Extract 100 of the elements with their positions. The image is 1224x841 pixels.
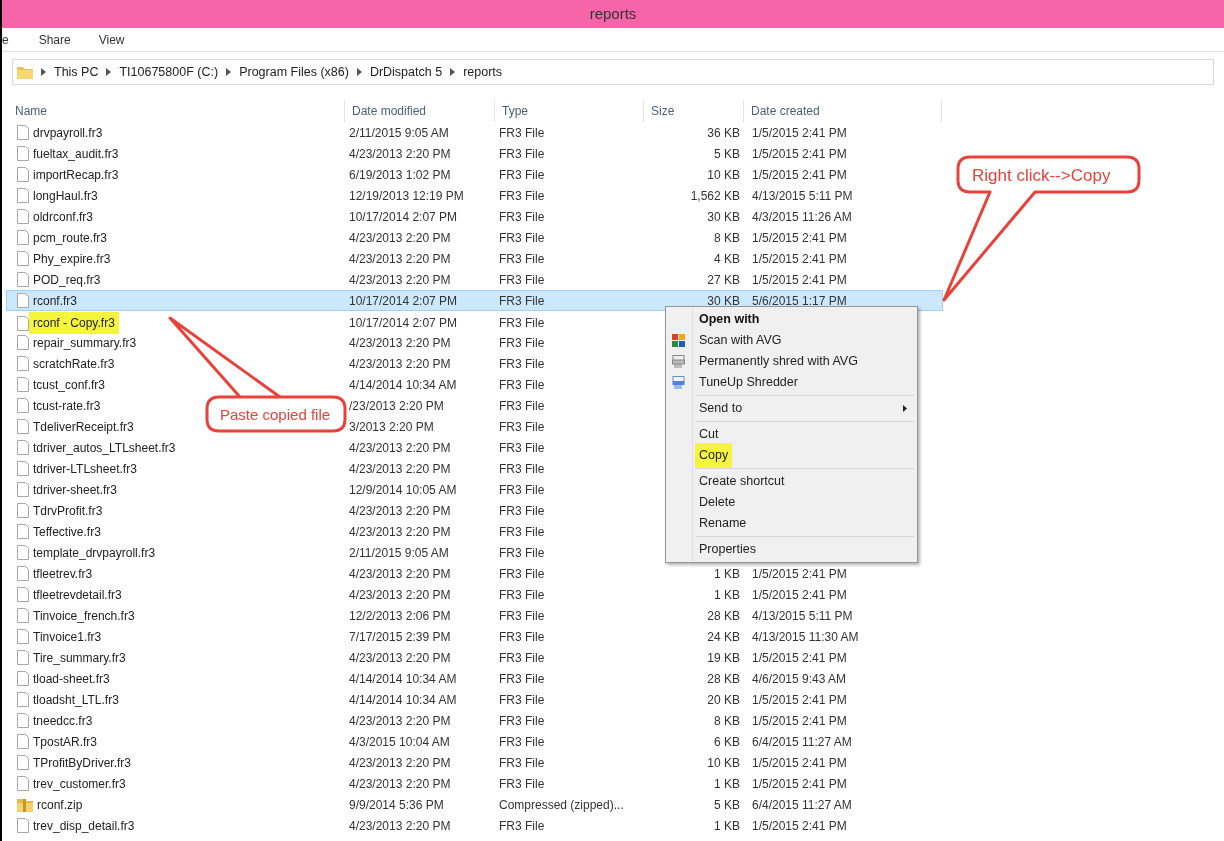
file-icon <box>17 230 29 245</box>
table-cell-text: 4/14/2014 10:34 AM <box>349 691 457 709</box>
menu-item[interactable]: Open with <box>666 309 917 330</box>
ribbon-tab[interactable]: View <box>98 30 125 49</box>
file-name[interactable]: tcust_conf.fr3 <box>33 375 106 394</box>
breadcrumb-item[interactable]: reports <box>463 62 503 82</box>
column-header[interactable]: Type <box>502 102 528 120</box>
breadcrumb-item[interactable]: DrDispatch 5 <box>369 62 443 82</box>
column-header[interactable]: Size <box>651 102 675 120</box>
file-name[interactable]: Tire_summary.fr3 <box>33 648 126 667</box>
file-name[interactable]: template_drvpayroll.fr3 <box>33 543 156 562</box>
file-name[interactable]: TdrvProfit.fr3 <box>33 501 103 520</box>
column-header[interactable]: Date modified <box>352 102 427 120</box>
file-name[interactable]: scratchRate.fr3 <box>33 354 115 373</box>
table-cell-text: 6/4/2015 11:27 AM <box>752 796 852 814</box>
file-name[interactable]: TpostAR.fr3 <box>33 732 98 751</box>
breadcrumb-item[interactable]: Program Files (x86) <box>239 62 349 82</box>
table-cell-text: 2/11/2015 9:05 AM <box>349 544 449 562</box>
table-cell-text: 4/23/2013 2:20 PM <box>349 586 451 604</box>
file-name[interactable]: TProfitByDriver.fr3 <box>33 753 131 772</box>
file-name[interactable]: POD_req.fr3 <box>33 270 101 289</box>
table-cell-text: 1/5/2015 2:41 PM <box>752 817 847 835</box>
file-name[interactable]: repair_summary.fr3 <box>33 333 137 352</box>
file-name[interactable]: tdriver_autos_LTLsheet.fr3 <box>33 438 176 457</box>
table-cell-text: 7/17/2015 2:39 PM <box>349 628 451 646</box>
menu-item[interactable]: Cut <box>666 424 917 445</box>
breadcrumb-item[interactable]: This PC <box>54 62 99 82</box>
table-cell-text: 12/9/2014 10:05 AM <box>349 481 457 499</box>
file-name[interactable]: tfleetrevdetail.fr3 <box>33 585 122 604</box>
file-name[interactable]: importRecap.fr3 <box>33 165 119 184</box>
ribbon-tab[interactable]: e <box>2 30 9 49</box>
selected-row[interactable]: rconf.fr3 10/17/2014 2:07 PM FR3 File 30 KB 5/6/2015 1:17 PM <box>6 290 943 311</box>
file-icon <box>17 692 29 707</box>
table-cell-text: 30 KB <box>707 292 740 310</box>
table-cell-text: FR3 File <box>499 691 545 709</box>
file-name[interactable]: Tinvoice1.fr3 <box>33 627 102 646</box>
file-name[interactable]: Tinvoice_french.fr3 <box>33 606 135 625</box>
menu-item[interactable]: Create shortcut <box>666 471 917 492</box>
file-name[interactable]: tneedcc.fr3 <box>33 711 93 730</box>
table-cell-text: FR3 File <box>499 229 545 247</box>
file-icon <box>17 335 29 350</box>
chevron-icon <box>356 68 362 76</box>
menu-item[interactable]: Send to <box>666 398 917 419</box>
table-cell-text: 30 KB <box>707 208 740 226</box>
file-icon <box>17 608 29 623</box>
file-name[interactable]: tfleetrev.fr3 <box>33 564 93 583</box>
table-cell-text: 4/23/2013 2:20 PM <box>349 439 451 457</box>
file-name[interactable]: Phy_expire.fr3 <box>33 249 111 268</box>
table-cell-text: 1/5/2015 2:41 PM <box>752 229 847 247</box>
file-name[interactable]: Teffective.fr3 <box>33 522 101 541</box>
file-name[interactable]: longHaul.fr3 <box>33 186 98 205</box>
callout-text: Right click-->Copy <box>972 165 1111 187</box>
file-name[interactable]: fueltax_audit.fr3 <box>33 144 119 163</box>
zip-folder-icon <box>17 797 33 812</box>
folder-icon <box>17 65 33 79</box>
address-bar[interactable]: This PC TI10675800F (C:) Program Files (x86) DrDispatch 5 reports <box>12 59 1214 85</box>
file-name[interactable]: tload-sheet.fr3 <box>33 669 110 688</box>
table-cell-text: FR3 File <box>499 607 545 625</box>
table-cell-text: 4/23/2013 2:20 PM <box>349 250 451 268</box>
menu-item[interactable]: Delete <box>666 492 917 513</box>
file-name[interactable]: TdeliverReceipt.fr3 <box>33 417 134 436</box>
menu-label: Cut <box>699 426 719 444</box>
table-cell-text: FR3 File <box>499 523 545 541</box>
file-name[interactable]: oldrconf.fr3 <box>33 207 94 226</box>
column-header[interactable]: Name <box>15 102 47 120</box>
table-cell-text: 4/23/2013 2:20 PM <box>349 460 451 478</box>
menu-item[interactable]: Copy <box>666 445 917 466</box>
file-icon <box>17 755 29 770</box>
table-cell-text: 8 KB <box>714 712 740 730</box>
file-name[interactable]: tdriver-sheet.fr3 <box>33 480 118 499</box>
file-name[interactable]: drvpayroll.fr3 <box>33 123 103 142</box>
table-cell-text: FR3 File <box>499 439 545 457</box>
file-name[interactable]: trev_customer.fr3 <box>33 774 126 793</box>
table-cell-text: 4/14/2014 10:34 AM <box>349 670 457 688</box>
table-cell-text: FR3 File <box>499 145 545 163</box>
table-cell-text: /23/2013 2:20 PM <box>349 397 444 415</box>
table-cell-text: 1/5/2015 2:41 PM <box>752 712 847 730</box>
file-name[interactable]: rconf.zip <box>37 795 83 814</box>
table-cell-text: 4/13/2015 11:30 AM <box>752 628 859 646</box>
menu-label: Properties <box>699 541 756 559</box>
table-cell-text: FR3 File <box>499 397 545 415</box>
table-cell-text: FR3 File <box>499 502 545 520</box>
menu-item[interactable]: Properties <box>666 539 917 560</box>
file-icon <box>17 776 29 791</box>
file-name[interactable]: tdriver-LTLsheet.fr3 <box>33 459 137 478</box>
breadcrumb-item[interactable]: TI10675800F (C:) <box>119 62 219 82</box>
file-name[interactable]: rconf - Copy.fr3 <box>29 312 119 334</box>
file-name[interactable]: rconf.fr3 <box>33 291 77 310</box>
file-name[interactable]: tcust-rate.fr3 <box>33 396 101 415</box>
file-name[interactable]: pcm_route.fr3 <box>33 228 108 247</box>
file-name[interactable]: trev_disp_detail.fr3 <box>33 816 135 835</box>
table-cell-text: 4/3/2015 11:26 AM <box>752 208 852 226</box>
menu-item[interactable]: Scan with AVG <box>666 330 917 351</box>
ribbon-tab[interactable]: Share <box>38 30 71 49</box>
menu-item[interactable]: Permanently shred with AVG <box>666 351 917 372</box>
table-cell-text: FR3 File <box>499 649 545 667</box>
file-name[interactable]: tloadsht_LTL.fr3 <box>33 690 119 709</box>
menu-item[interactable]: Rename <box>666 513 917 534</box>
column-header[interactable]: Date created <box>751 102 820 120</box>
menu-item[interactable]: TuneUp Shredder <box>666 372 917 393</box>
